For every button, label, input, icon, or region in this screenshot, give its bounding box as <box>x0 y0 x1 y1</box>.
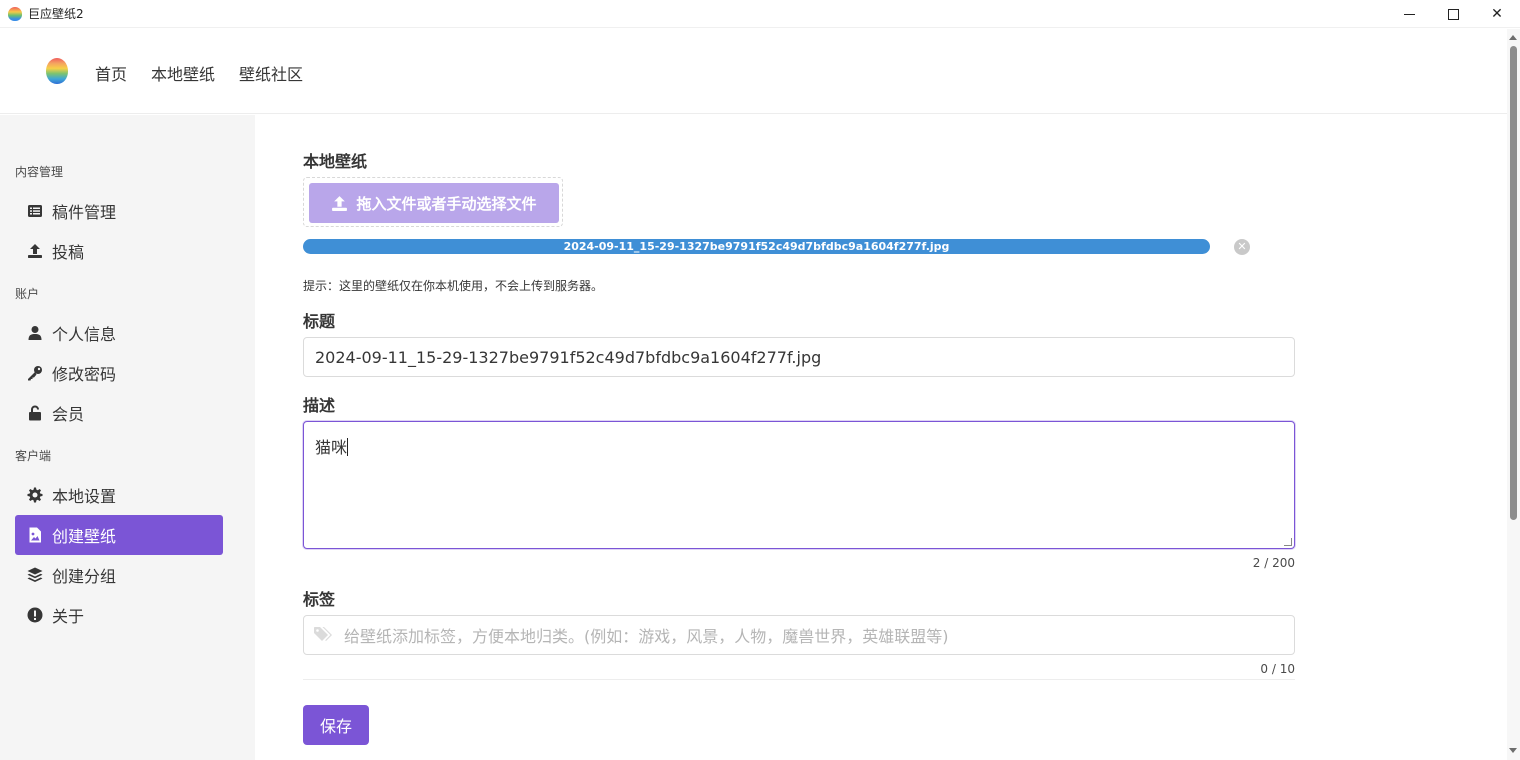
upload-progress-bar: 2024-09-11_15-29-1327be9791f52c49d7bfdbc… <box>303 239 1210 254</box>
sidebar-section-client: 客户端 <box>15 449 52 463</box>
remove-file-button[interactable]: ✕ <box>1234 239 1250 255</box>
sidebar-item-submit[interactable]: 投稿 <box>15 231 223 271</box>
save-button-label: 保存 <box>319 717 352 736</box>
minimize-icon <box>1403 13 1415 15</box>
save-button[interactable]: 保存 <box>303 705 369 745</box>
scrollbar-thumb[interactable] <box>1510 46 1517 520</box>
unlock-icon <box>26 404 44 422</box>
page-scrollbar[interactable] <box>1507 29 1520 760</box>
tags-icon <box>314 627 332 641</box>
maximize-icon <box>1447 8 1459 20</box>
sidebar-item-label: 稿件管理 <box>52 203 117 222</box>
local-hint-text: 提示：这里的壁纸仅在你本机使用，不会上传到服务器。 <box>303 279 604 293</box>
description-value: 猫咪 <box>315 438 348 457</box>
user-icon <box>26 324 44 342</box>
window-title: 巨应壁纸2 <box>28 7 84 21</box>
title-label: 标题 <box>303 312 336 331</box>
sidebar-item-label: 投稿 <box>52 243 85 262</box>
sidebar-item-create-wallpaper[interactable]: 创建壁纸 <box>15 515 223 555</box>
tags-label: 标签 <box>303 590 336 609</box>
tags-input[interactable]: 给壁纸添加标签，方便本地归类。(例如：游戏，风景，人物，魔兽世界，英雄联盟等) <box>303 615 1295 655</box>
close-button[interactable]: ✕ <box>1474 0 1520 28</box>
file-image-icon <box>26 526 44 544</box>
title-input-value: 2024-09-11_15-29-1327be9791f52c49d7bfdbc… <box>315 347 822 367</box>
tags-counter: 0 / 10 <box>1260 662 1295 676</box>
close-icon: ✕ <box>1491 6 1503 22</box>
upload-button[interactable]: 拖入文件或者手动选择文件 <box>309 183 559 223</box>
nav-home[interactable]: 首页 <box>95 61 127 85</box>
description-label: 描述 <box>303 396 336 415</box>
app-logo-icon <box>8 6 22 21</box>
sidebar-section-account: 账户 <box>15 287 40 301</box>
sidebar-item-label: 创建壁纸 <box>52 527 117 546</box>
maximize-button[interactable] <box>1430 0 1476 28</box>
sidebar-item-manage-drafts[interactable]: 稿件管理 <box>15 191 223 231</box>
scroll-up-icon[interactable] <box>1509 35 1517 40</box>
upload-dropzone[interactable]: 拖入文件或者手动选择文件 <box>303 177 563 227</box>
sidebar-item-label: 个人信息 <box>52 325 117 344</box>
sidebar-item-membership[interactable]: 会员 <box>15 393 223 433</box>
upload-file-name: 2024-09-11_15-29-1327be9791f52c49d7bfdbc… <box>563 240 950 253</box>
section-title: 本地壁纸 <box>303 152 368 171</box>
upload-icon <box>332 195 348 211</box>
list-icon <box>26 202 44 220</box>
brand-logo-icon[interactable] <box>46 58 68 84</box>
upload-icon <box>26 242 44 260</box>
text-caret <box>347 438 349 456</box>
sidebar-item-label: 创建分组 <box>52 567 117 586</box>
description-counter: 2 / 200 <box>1252 556 1295 570</box>
main-content: 本地壁纸 拖入文件或者手动选择文件 2024-09-11_15-29-1327b… <box>255 115 1507 760</box>
description-textarea[interactable]: 猫咪 <box>303 421 1295 549</box>
close-icon: ✕ <box>1237 240 1247 253</box>
sidebar-item-about[interactable]: 关于 <box>15 595 223 635</box>
gear-icon <box>26 486 44 504</box>
form-divider <box>303 679 1295 680</box>
sidebar-item-label: 关于 <box>52 607 85 626</box>
sidebar-item-label: 会员 <box>52 405 85 424</box>
sidebar-item-label: 修改密码 <box>52 365 117 384</box>
sidebar-item-label: 本地设置 <box>52 487 117 506</box>
info-icon <box>26 606 44 624</box>
sidebar-item-change-password[interactable]: 修改密码 <box>15 353 223 393</box>
top-nav: 首页 本地壁纸 壁纸社区 <box>0 29 1507 114</box>
upload-button-label: 拖入文件或者手动选择文件 <box>356 194 537 213</box>
minimize-button[interactable] <box>1386 0 1432 28</box>
sidebar: 内容管理 稿件管理 投稿 账户 个人信息 修改密码 会员 客户端 本地设置 创建… <box>0 115 255 760</box>
sidebar-section-content: 内容管理 <box>15 165 64 179</box>
sidebar-item-local-settings[interactable]: 本地设置 <box>15 475 223 515</box>
nav-wallpaper-community[interactable]: 壁纸社区 <box>239 61 303 85</box>
sidebar-item-create-group[interactable]: 创建分组 <box>15 555 223 595</box>
title-bar: 巨应壁纸2 ✕ <box>0 0 1520 28</box>
nav-local-wallpaper[interactable]: 本地壁纸 <box>151 61 215 85</box>
sidebar-item-profile[interactable]: 个人信息 <box>15 313 223 353</box>
title-input[interactable]: 2024-09-11_15-29-1327be9791f52c49d7bfdbc… <box>303 337 1295 377</box>
scroll-down-icon[interactable] <box>1509 748 1517 753</box>
key-icon <box>26 364 44 382</box>
tags-placeholder: 给壁纸添加标签，方便本地归类。(例如：游戏，风景，人物，魔兽世界，英雄联盟等) <box>344 627 949 646</box>
layers-icon <box>26 566 44 584</box>
resize-handle-icon[interactable] <box>1284 538 1292 546</box>
